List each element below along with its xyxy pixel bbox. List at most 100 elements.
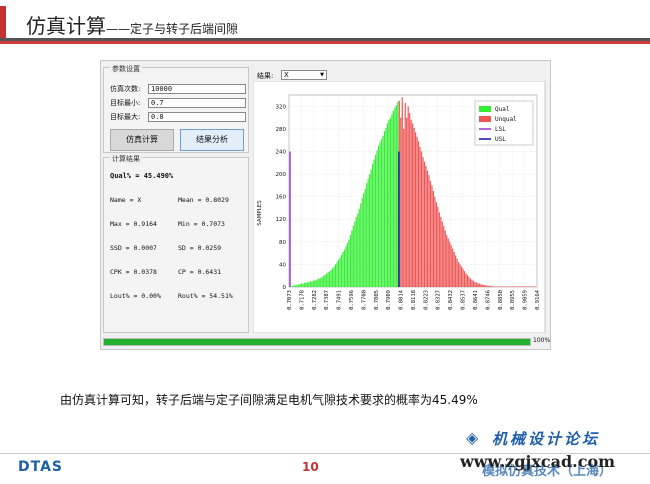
y-tick-label: 320 [276, 104, 287, 110]
result-group: 计算结果 Qual% = 45.490% Name = X Mean = 0.8… [103, 154, 249, 333]
result-rout: Rout% = 54.51% [178, 292, 233, 300]
y-tick-label: 80 [279, 240, 286, 246]
x-tick-label: 0.7596 [349, 290, 355, 310]
histogram-bar [373, 159, 375, 287]
histogram-bar [459, 264, 461, 287]
histogram-bar [297, 284, 300, 287]
x-tick-label: 0.8327 [436, 290, 442, 310]
histogram-bar [518, 286, 520, 287]
histogram-bar [444, 230, 446, 287]
result-lout: Lout% = 0.00% [110, 292, 161, 300]
x-tick-label: 0.8641 [473, 290, 479, 310]
histogram-bar [337, 259, 340, 287]
histogram-bar [391, 114, 393, 287]
histogram-bar [342, 251, 344, 287]
watermark-forum: 机械设计论坛 [492, 430, 601, 448]
histogram-bar [429, 180, 432, 287]
histogram-bar [480, 284, 482, 287]
histogram-bar [372, 163, 374, 287]
y-tick-label: 160 [276, 195, 287, 201]
histogram-bar [348, 239, 350, 287]
result-ssd: SSD = 0.0007 [110, 244, 157, 252]
field-label-sim-count: 仿真次数: [110, 85, 141, 93]
histogram-bar [477, 283, 479, 287]
result-selector-value: X [284, 71, 289, 79]
histogram-bar [505, 286, 507, 287]
target-max-input[interactable]: 0.8 [148, 112, 246, 122]
histogram-bar [413, 127, 415, 287]
progress-fill [104, 339, 530, 345]
histogram-bar [520, 286, 522, 287]
histogram-bar [443, 226, 445, 287]
legend-entry: Qual [495, 106, 510, 113]
histogram-bar [357, 213, 359, 287]
legend-swatch [479, 106, 491, 112]
histogram-bar [366, 183, 368, 287]
histogram-bar [514, 286, 516, 287]
x-tick-label: 0.7387 [324, 290, 330, 310]
histogram-bar [330, 270, 332, 287]
analyze-button[interactable]: 结果分析 [180, 129, 244, 151]
histogram-bar [484, 285, 486, 287]
chevron-down-icon: ▼ [320, 72, 324, 78]
histogram-bar [314, 280, 316, 287]
legend-swatch [479, 116, 491, 122]
histogram-bar [425, 166, 427, 287]
histogram-bar [407, 106, 409, 287]
simulate-button[interactable]: 仿真计算 [110, 129, 174, 151]
sim-count-input[interactable]: 10000 [148, 84, 246, 94]
x-tick-label: 0.9164 [535, 289, 541, 310]
histogram-bar [311, 281, 313, 287]
histogram-bar [404, 102, 406, 287]
histogram-bar [327, 272, 329, 287]
histogram-bar [462, 268, 464, 287]
legend-entry: LSL [495, 126, 506, 133]
histogram-bar [509, 286, 512, 287]
y-tick-label: 240 [276, 149, 287, 155]
histogram-bar [446, 235, 448, 287]
histogram-bar [340, 254, 343, 287]
histogram-bar [296, 284, 298, 287]
histogram-bar [389, 117, 391, 288]
slide-caption: 由仿真计算可知，转子后端与定子间隙满足电机气隙技术要求的概率为45.49% [60, 393, 478, 407]
histogram-bar [320, 277, 322, 287]
x-tick-label: 0.8537 [461, 290, 467, 310]
histogram-bar [530, 286, 532, 287]
logo-text: DTAS [18, 459, 64, 475]
histogram-bar [410, 119, 412, 287]
histogram-bar [487, 285, 489, 287]
histogram-bar [453, 251, 455, 287]
histogram-bar [532, 286, 534, 287]
forum-logo-icon: ◈ [466, 428, 479, 447]
title-underline-red [0, 41, 650, 44]
field-label-target-max: 目标最大: [110, 113, 141, 121]
histogram-bar [370, 169, 372, 287]
target-min-input[interactable]: 0.7 [148, 98, 246, 108]
histogram-bar [403, 128, 405, 287]
histogram-bar [420, 151, 423, 287]
histogram-bar [432, 191, 434, 287]
result-cp: CP = 0.6431 [178, 268, 222, 276]
histogram-bar [300, 283, 303, 287]
histogram-bar [377, 145, 380, 287]
x-tick-label: 0.8118 [411, 290, 417, 310]
histogram-bar [315, 280, 317, 287]
histogram-bar [303, 283, 306, 287]
slide-title: 仿真计算——定子与转子后端间隙 [26, 10, 238, 39]
histogram-bar [382, 135, 384, 287]
param-group-title: 参数设置 [110, 64, 142, 74]
histogram-bar [503, 286, 506, 287]
histogram-bar [306, 282, 308, 287]
qual-percent: Qual% = 45.490% [110, 172, 174, 180]
histogram-bar [495, 286, 497, 287]
histogram-bar [422, 157, 424, 287]
histogram-bar [388, 119, 390, 287]
histogram-bar [334, 264, 337, 287]
histogram-bar [351, 230, 353, 287]
company-logo: DTAS [18, 459, 63, 475]
result-selector[interactable]: X ▼ [281, 70, 327, 80]
histogram-bar [412, 123, 414, 287]
histogram-bar [428, 175, 430, 287]
histogram-bar [481, 284, 483, 287]
histogram-bar [379, 142, 381, 287]
